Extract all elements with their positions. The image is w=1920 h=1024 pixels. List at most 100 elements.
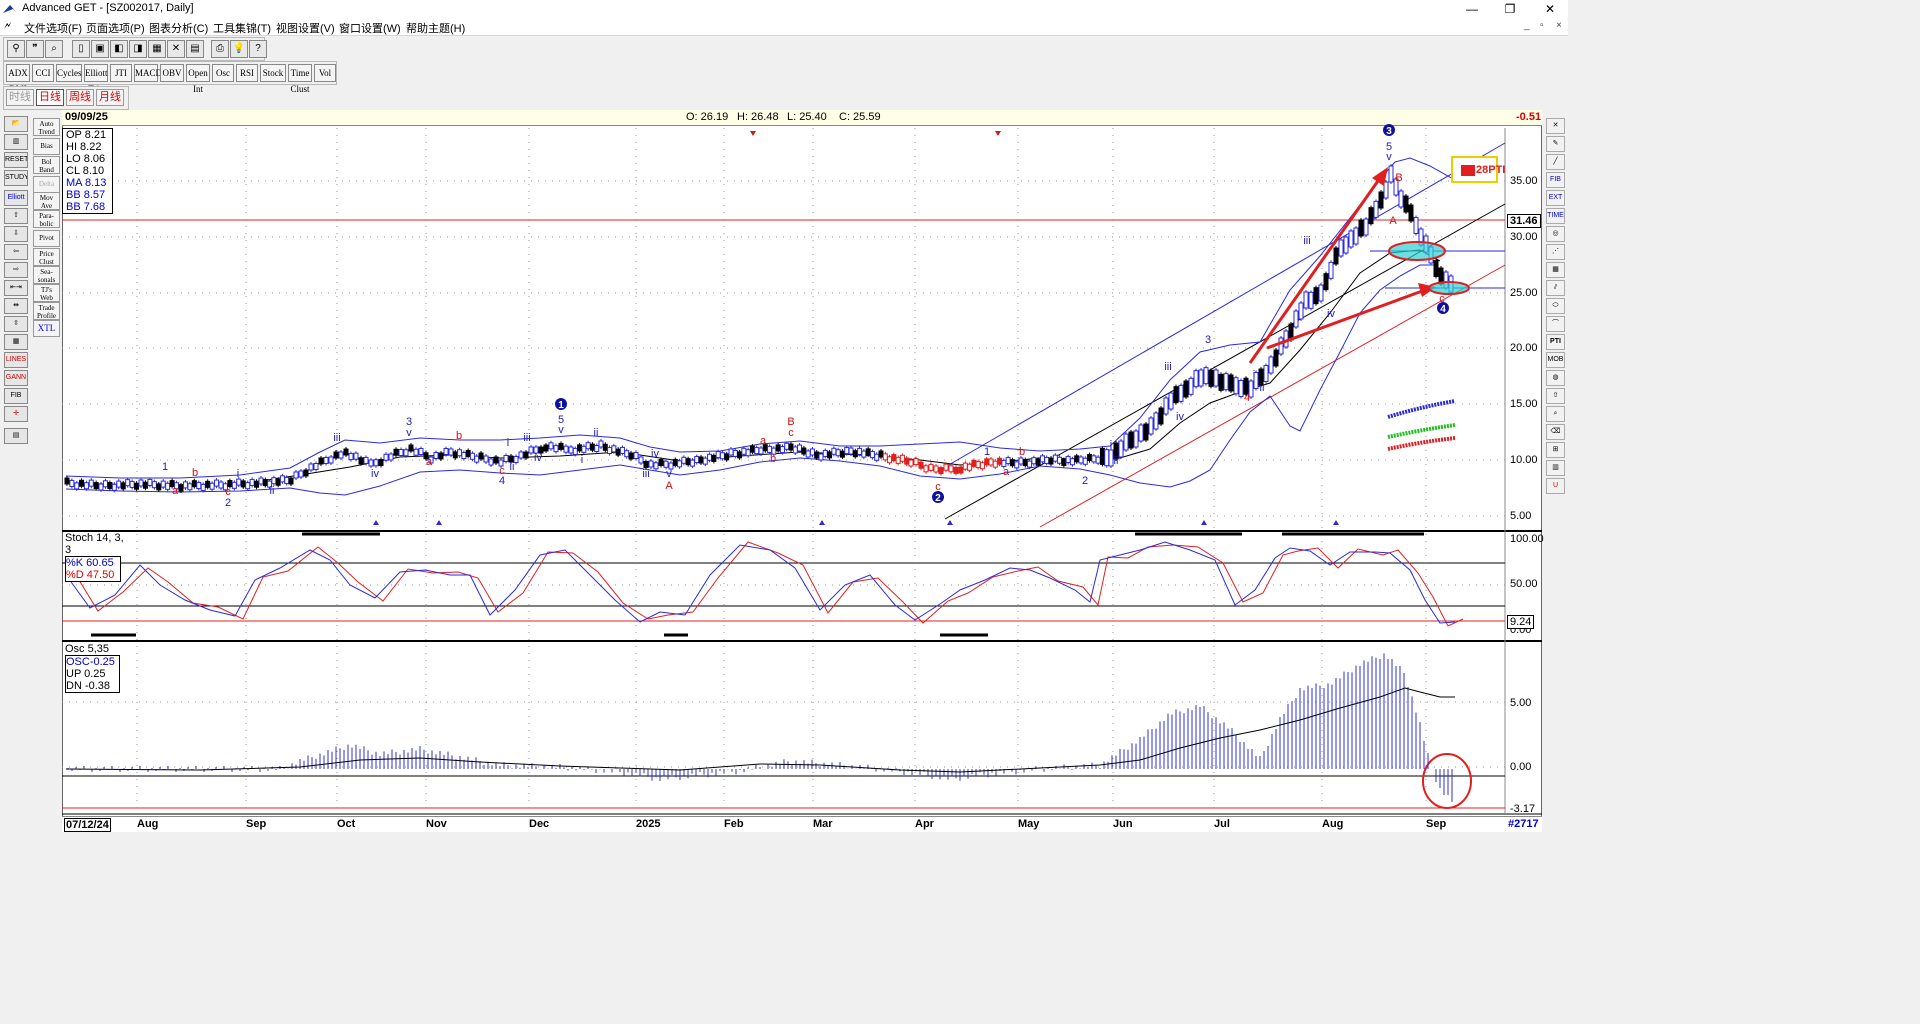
indicator-toolbar: ADX DMI CCI Cycles Elliott Trig JTI MACD… bbox=[3, 61, 337, 94]
indicator-elliott-trig-button[interactable]: Elliott Trig bbox=[84, 64, 108, 94]
fan-icon[interactable]: ⋰ bbox=[1546, 244, 1565, 260]
study-bol-band-button[interactable]: Bol Band bbox=[33, 156, 60, 174]
grid-icon[interactable]: ▦ bbox=[4, 334, 28, 350]
reset-icon[interactable]: RESET bbox=[4, 152, 28, 168]
menu-view[interactable]: 视图设置(V) bbox=[276, 20, 335, 36]
legend-bb-lower: BB 7.68 bbox=[66, 201, 106, 213]
indicator-stock-button[interactable]: Stock bbox=[260, 64, 286, 82]
close-tool-icon[interactable]: ✕ bbox=[1546, 118, 1565, 134]
help-bulb-icon[interactable]: 💡 bbox=[230, 40, 248, 58]
forward-icon[interactable]: ◨ bbox=[129, 40, 147, 58]
vertical-fit-icon[interactable]: ⇳ bbox=[4, 316, 28, 332]
open-folder-icon[interactable]: 📂 bbox=[4, 116, 28, 132]
study-pivot-button[interactable]: Pivot bbox=[33, 230, 60, 247]
indicator-cycles-button[interactable]: Cycles bbox=[56, 64, 82, 82]
up-arrow-tool-icon[interactable]: ⇧ bbox=[1546, 388, 1565, 404]
period-weekly-tab[interactable]: 周线 bbox=[66, 89, 94, 106]
indicator-time-clust-button[interactable]: Time Clust bbox=[288, 64, 312, 94]
arrow-right-icon[interactable]: ⇨ bbox=[4, 262, 28, 278]
compress-icon[interactable]: ⇤⇥ bbox=[4, 280, 28, 296]
mob-icon[interactable]: MOB bbox=[1546, 352, 1565, 368]
indicator-open-int-button[interactable]: Open Int bbox=[186, 64, 210, 94]
circle-tool-icon[interactable]: ◎ bbox=[1546, 226, 1565, 242]
arrow-left-icon[interactable]: ⇦ bbox=[4, 244, 28, 260]
period-monthly-tab[interactable]: 月线 bbox=[96, 89, 124, 106]
date-axis-label: 2025 bbox=[636, 818, 661, 830]
header-open: O: 26.19 bbox=[686, 111, 729, 123]
lines-icon[interactable]: LINES bbox=[4, 352, 28, 368]
menu-tools[interactable]: 工具集锦(T) bbox=[213, 20, 271, 36]
cross-grid-icon[interactable]: ⊞ bbox=[1546, 442, 1565, 458]
new-file-icon[interactable]: ▯ bbox=[72, 40, 90, 58]
indicator-vol-button[interactable]: Vol bbox=[314, 64, 336, 82]
grid-tool-icon[interactable]: ▦ bbox=[1546, 262, 1565, 278]
channel-icon[interactable]: ⫽ bbox=[1546, 280, 1565, 296]
crosshair-icon[interactable]: ✛ bbox=[4, 406, 28, 422]
study-price-clust-button[interactable]: Price Clust bbox=[33, 248, 60, 266]
eraser-icon[interactable]: ⌫ bbox=[1546, 424, 1565, 440]
study-bias-button[interactable]: Bias bbox=[33, 138, 60, 155]
indicator-macd-button[interactable]: MACD bbox=[134, 64, 162, 82]
indicator-rsi-button[interactable]: RSI bbox=[236, 64, 258, 82]
fib-icon[interactable]: FIB bbox=[4, 388, 28, 404]
indicator-adx-dmi-button[interactable]: ADX DMI bbox=[6, 64, 30, 94]
study-seasonals-button[interactable]: Sea-sonals bbox=[33, 266, 60, 284]
back-icon[interactable]: ◧ bbox=[110, 40, 128, 58]
close-button[interactable]: ✕ bbox=[1540, 1, 1560, 17]
indicator-osc-button[interactable]: Osc bbox=[212, 64, 234, 82]
period-hourly-tab[interactable]: 时线 bbox=[6, 89, 34, 106]
indicator-cci-button[interactable]: CCI bbox=[32, 64, 54, 82]
indicator-obv-button[interactable]: OBV bbox=[160, 64, 184, 82]
arrow-down-icon[interactable]: ⇩ bbox=[4, 226, 28, 242]
gann-icon[interactable]: GANN bbox=[4, 370, 28, 386]
expand-icon[interactable]: ⇹ bbox=[4, 298, 28, 314]
elliott-icon[interactable]: Elliott bbox=[4, 190, 28, 206]
menu-page[interactable]: 页面选项(P) bbox=[86, 20, 145, 36]
minimize-button[interactable]: — bbox=[1462, 1, 1482, 17]
menu-chart-analysis[interactable]: 图表分析(C) bbox=[149, 20, 208, 36]
restore-button[interactable]: ❐ bbox=[1500, 1, 1520, 17]
arc-icon[interactable]: ⌒ bbox=[1546, 316, 1565, 332]
print-icon[interactable]: ⎙ bbox=[211, 40, 229, 58]
period-daily-tab[interactable]: 日线 bbox=[36, 89, 64, 106]
menu-window[interactable]: 窗口设置(W) bbox=[339, 20, 401, 36]
layout-icon[interactable]: ▤ bbox=[186, 40, 204, 58]
zoom-icon[interactable]: ⌕ bbox=[1546, 406, 1565, 422]
chart-area[interactable] bbox=[62, 110, 1542, 832]
globe-icon[interactable]: ◍ bbox=[1546, 370, 1565, 386]
search-icon[interactable]: ⌕ bbox=[45, 40, 63, 58]
pin-icon[interactable]: ⚲ bbox=[7, 40, 25, 58]
study-mov-ave-button[interactable]: Mov Ave bbox=[33, 192, 60, 210]
properties-icon[interactable]: ▤ bbox=[4, 428, 28, 444]
study-auto-trend-button[interactable]: Auto Trend bbox=[33, 118, 60, 136]
book-icon[interactable]: ▥ bbox=[1546, 460, 1565, 476]
study-delta-button[interactable]: Delta bbox=[33, 176, 60, 193]
study-tjs-web-button[interactable]: TJ's Web bbox=[33, 284, 60, 302]
quote-icon[interactable]: ❞ bbox=[26, 40, 44, 58]
trendline-icon[interactable]: ╱ bbox=[1546, 154, 1565, 170]
tile-icon[interactable]: ▦ bbox=[148, 40, 166, 58]
menu-file[interactable]: 文件选项(F) bbox=[24, 20, 82, 36]
fib-ret-icon[interactable]: FIB bbox=[1546, 172, 1565, 188]
pti-icon[interactable]: PTI bbox=[1546, 334, 1565, 350]
indicator-jti-button[interactable]: JTI bbox=[110, 64, 132, 82]
pencil-icon[interactable]: ✎ bbox=[1546, 136, 1565, 152]
study-trade-profile-button[interactable]: Trade Profile bbox=[33, 302, 60, 320]
save-icon[interactable]: ▣ bbox=[91, 40, 109, 58]
study-parabolic-button[interactable]: Para-bolic bbox=[33, 210, 60, 228]
delete-chart-icon[interactable]: ✕ bbox=[167, 40, 185, 58]
mdi-minimize-button[interactable]: _ bbox=[1524, 20, 1530, 31]
study-icon[interactable]: STUDY bbox=[4, 170, 28, 186]
fib-time-icon[interactable]: TIME bbox=[1546, 208, 1565, 224]
mdi-close-button[interactable]: × bbox=[1556, 20, 1562, 31]
mdi-restore-button[interactable]: ▫ bbox=[1540, 20, 1544, 31]
study-xtl-button[interactable]: XTL bbox=[33, 320, 60, 337]
menu-help[interactable]: 帮助主题(H) bbox=[406, 20, 465, 36]
u-tool-icon[interactable]: U bbox=[1546, 478, 1565, 494]
menu-app-icon[interactable]: 🗲 bbox=[4, 20, 11, 33]
tile-windows-icon[interactable]: ▥ bbox=[4, 134, 28, 150]
context-help-icon[interactable]: ? bbox=[249, 40, 267, 58]
arrow-up-icon[interactable]: ⇧ bbox=[4, 208, 28, 224]
fib-ext-icon[interactable]: EXT bbox=[1546, 190, 1565, 206]
ellipse-icon[interactable]: ⬭ bbox=[1546, 298, 1565, 314]
